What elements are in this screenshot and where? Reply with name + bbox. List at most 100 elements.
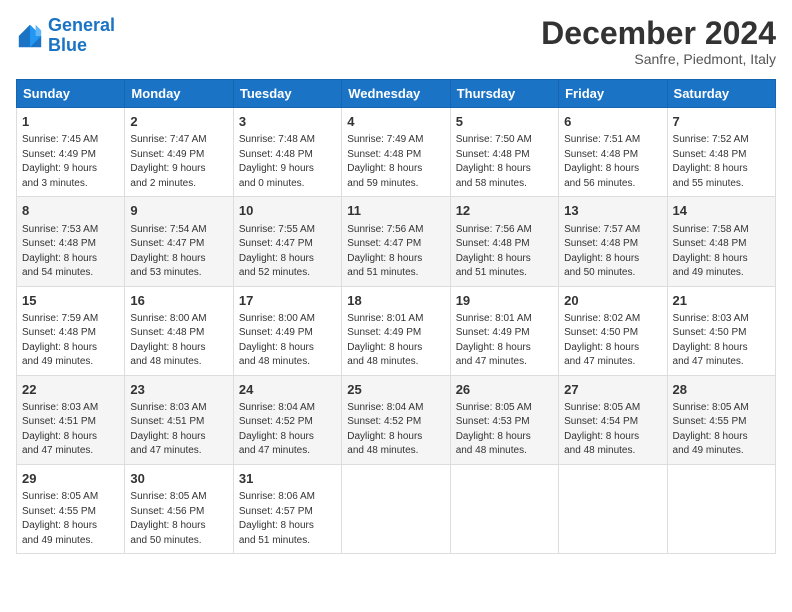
calendar-cell: 30Sunrise: 8:05 AM Sunset: 4:56 PM Dayli… — [125, 464, 233, 553]
day-info: Sunrise: 8:03 AM Sunset: 4:51 PM Dayligh… — [22, 401, 119, 459]
calendar-cell: 1 Sunrise: 7:45 AM Sunset: 4:49 PM Daylig… — [17, 108, 125, 197]
day-number: 10 — [239, 202, 336, 220]
calendar-cell: 29 Sunrise: 8:05 AM Sunset: 4:55 PM Dayli… — [17, 464, 125, 553]
day-number: 9 — [130, 202, 227, 220]
day-info: Sunrise: 8:05 AM Sunset: 4:53 PM Dayligh… — [456, 401, 553, 459]
calendar-cell: 9 Sunrise: 7:54 AM Sunset: 4:47 PM Daylig… — [125, 197, 233, 286]
calendar-cell: 19 Sunrise: 8:01 AM Sunset: 4:49 PM Dayli… — [450, 286, 558, 375]
day-number: 11 — [347, 202, 444, 220]
day-number: 29 — [22, 470, 119, 488]
day-info: Sunrise: 7:59 AM Sunset: 4:48 PM Dayligh… — [22, 312, 119, 370]
calendar-cell: 21 Sunrise: 8:03 AM Sunset: 4:50 PM Dayli… — [667, 286, 775, 375]
day-info: Sunrise: 8:04 AM Sunset: 4:52 PM Dayligh… — [239, 401, 336, 459]
day-number: 19 — [456, 292, 553, 310]
day-info: Sunrise: 8:05 AM Sunset: 4:54 PM Dayligh… — [564, 401, 661, 459]
day-info: Sunrise: 8:06 AM Sunset: 4:57 PM Dayligh… — [239, 490, 336, 548]
day-info: Sunrise: 7:53 AM Sunset: 4:48 PM Dayligh… — [22, 223, 119, 281]
calendar-cell: 28 Sunrise: 8:05 AM Sunset: 4:55 PM Dayli… — [667, 375, 775, 464]
day-number: 5 — [456, 113, 553, 131]
day-number: 24 — [239, 381, 336, 399]
calendar-cell: 7 Sunrise: 7:52 AM Sunset: 4:48 PM Daylig… — [667, 108, 775, 197]
calendar-cell: 4Sunrise: 7:49 AM Sunset: 4:48 PM Daylig… — [342, 108, 450, 197]
calendar-cell: 31 Sunrise: 8:06 AM Sunset: 4:57 PM Dayli… — [233, 464, 341, 553]
calendar-cell: 16Sunrise: 8:00 AM Sunset: 4:48 PM Dayli… — [125, 286, 233, 375]
calendar-cell: 12Sunrise: 7:56 AM Sunset: 4:48 PM Dayli… — [450, 197, 558, 286]
day-info: Sunrise: 7:45 AM Sunset: 4:49 PM Dayligh… — [22, 133, 119, 191]
calendar-cell: 26 Sunrise: 8:05 AM Sunset: 4:53 PM Dayli… — [450, 375, 558, 464]
calendar-cell: 14 Sunrise: 7:58 AM Sunset: 4:48 PM Dayli… — [667, 197, 775, 286]
day-info: Sunrise: 7:52 AM Sunset: 4:48 PM Dayligh… — [673, 133, 770, 191]
calendar-cell: 11 Sunrise: 7:56 AM Sunset: 4:47 PM Dayli… — [342, 197, 450, 286]
calendar-cell: 17Sunrise: 8:00 AM Sunset: 4:49 PM Dayli… — [233, 286, 341, 375]
day-number: 13 — [564, 202, 661, 220]
calendar-cell: 10 Sunrise: 7:55 AM Sunset: 4:47 PM Dayli… — [233, 197, 341, 286]
calendar-cell: 2Sunrise: 7:47 AM Sunset: 4:49 PM Daylig… — [125, 108, 233, 197]
day-info: Sunrise: 7:50 AM Sunset: 4:48 PM Dayligh… — [456, 133, 553, 191]
weekday-header-sunday: Sunday — [17, 80, 125, 108]
day-number: 7 — [673, 113, 770, 131]
day-info: Sunrise: 8:05 AM Sunset: 4:55 PM Dayligh… — [673, 401, 770, 459]
day-number: 31 — [239, 470, 336, 488]
logo-line2: Blue — [48, 35, 87, 55]
calendar-cell — [667, 464, 775, 553]
day-number: 12 — [456, 202, 553, 220]
day-number: 18 — [347, 292, 444, 310]
day-number: 26 — [456, 381, 553, 399]
day-info: Sunrise: 7:55 AM Sunset: 4:47 PM Dayligh… — [239, 223, 336, 281]
calendar-cell: 20 Sunrise: 8:02 AM Sunset: 4:50 PM Dayli… — [559, 286, 667, 375]
day-info: Sunrise: 8:00 AM Sunset: 4:49 PM Dayligh… — [239, 312, 336, 370]
calendar-week-row: 15Sunrise: 7:59 AM Sunset: 4:48 PM Dayli… — [17, 286, 776, 375]
day-number: 20 — [564, 292, 661, 310]
day-info: Sunrise: 7:54 AM Sunset: 4:47 PM Dayligh… — [130, 223, 227, 281]
day-info: Sunrise: 7:58 AM Sunset: 4:48 PM Dayligh… — [673, 223, 770, 281]
day-info: Sunrise: 8:01 AM Sunset: 4:49 PM Dayligh… — [347, 312, 444, 370]
logo-icon — [16, 22, 44, 50]
day-number: 4 — [347, 113, 444, 131]
day-number: 25 — [347, 381, 444, 399]
logo: General Blue — [16, 16, 115, 56]
page-subtitle: Sanfre, Piedmont, Italy — [541, 51, 776, 67]
calendar-cell — [342, 464, 450, 553]
calendar-cell: 13Sunrise: 7:57 AM Sunset: 4:48 PM Dayli… — [559, 197, 667, 286]
calendar-week-row: 22Sunrise: 8:03 AM Sunset: 4:51 PM Dayli… — [17, 375, 776, 464]
calendar-cell: 27 Sunrise: 8:05 AM Sunset: 4:54 PM Dayli… — [559, 375, 667, 464]
calendar-cell — [450, 464, 558, 553]
calendar-cell: 24 Sunrise: 8:04 AM Sunset: 4:52 PM Dayli… — [233, 375, 341, 464]
day-info: Sunrise: 8:05 AM Sunset: 4:55 PM Dayligh… — [22, 490, 119, 548]
calendar-table: SundayMondayTuesdayWednesdayThursdayFrid… — [16, 79, 776, 554]
calendar-week-row: 1 Sunrise: 7:45 AM Sunset: 4:49 PM Daylig… — [17, 108, 776, 197]
day-number: 14 — [673, 202, 770, 220]
calendar-week-row: 8 Sunrise: 7:53 AM Sunset: 4:48 PM Daylig… — [17, 197, 776, 286]
weekday-header-monday: Monday — [125, 80, 233, 108]
day-info: Sunrise: 8:03 AM Sunset: 4:50 PM Dayligh… — [673, 312, 770, 370]
day-info: Sunrise: 8:02 AM Sunset: 4:50 PM Dayligh… — [564, 312, 661, 370]
calendar-cell: 15Sunrise: 7:59 AM Sunset: 4:48 PM Dayli… — [17, 286, 125, 375]
day-number: 1 — [22, 113, 119, 131]
day-number: 16 — [130, 292, 227, 310]
calendar-cell: 25 Sunrise: 8:04 AM Sunset: 4:52 PM Dayli… — [342, 375, 450, 464]
calendar-cell: 8 Sunrise: 7:53 AM Sunset: 4:48 PM Daylig… — [17, 197, 125, 286]
weekday-header-row: SundayMondayTuesdayWednesdayThursdayFrid… — [17, 80, 776, 108]
calendar-cell — [559, 464, 667, 553]
calendar-cell: 23 Sunrise: 8:03 AM Sunset: 4:51 PM Dayli… — [125, 375, 233, 464]
day-number: 30 — [130, 470, 227, 488]
day-info: Sunrise: 8:03 AM Sunset: 4:51 PM Dayligh… — [130, 401, 227, 459]
title-block: December 2024 Sanfre, Piedmont, Italy — [541, 16, 776, 67]
day-number: 21 — [673, 292, 770, 310]
calendar-cell: 18 Sunrise: 8:01 AM Sunset: 4:49 PM Dayli… — [342, 286, 450, 375]
calendar-cell: 5 Sunrise: 7:50 AM Sunset: 4:48 PM Daylig… — [450, 108, 558, 197]
day-number: 2 — [130, 113, 227, 131]
calendar-week-row: 29 Sunrise: 8:05 AM Sunset: 4:55 PM Dayli… — [17, 464, 776, 553]
logo-text: General Blue — [48, 16, 115, 56]
weekday-header-wednesday: Wednesday — [342, 80, 450, 108]
day-number: 27 — [564, 381, 661, 399]
day-info: Sunrise: 8:01 AM Sunset: 4:49 PM Dayligh… — [456, 312, 553, 370]
weekday-header-friday: Friday — [559, 80, 667, 108]
day-number: 6 — [564, 113, 661, 131]
day-info: Sunrise: 8:04 AM Sunset: 4:52 PM Dayligh… — [347, 401, 444, 459]
weekday-header-saturday: Saturday — [667, 80, 775, 108]
day-info: Sunrise: 7:56 AM Sunset: 4:47 PM Dayligh… — [347, 223, 444, 281]
day-number: 28 — [673, 381, 770, 399]
day-number: 8 — [22, 202, 119, 220]
day-number: 23 — [130, 381, 227, 399]
